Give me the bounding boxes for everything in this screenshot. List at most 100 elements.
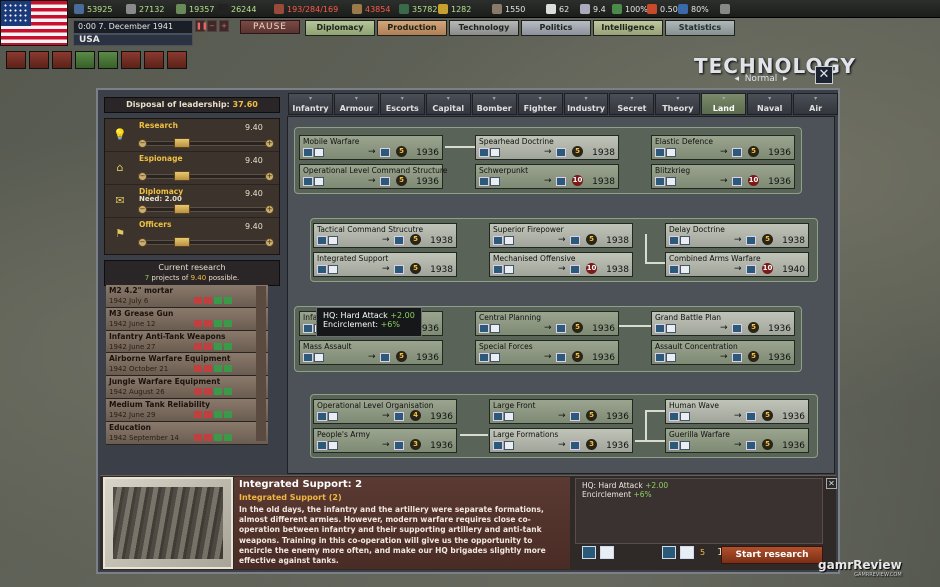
- tab-air[interactable]: ▾ Air: [793, 93, 839, 115]
- tab-theory[interactable]: ▾ Theory: [655, 93, 701, 115]
- move-down-icon[interactable]: [194, 342, 202, 350]
- resource-leadership[interactable]: 9.4: [580, 2, 606, 16]
- tech-node-assault-concentration[interactable]: Assault Concentration → 5 1936: [651, 340, 795, 365]
- remove-icon[interactable]: [204, 297, 212, 304]
- increase-button[interactable]: +: [265, 139, 274, 148]
- tech-node-tactical-command-strucutre[interactable]: Tactical Command Strucutre → 5 1938: [313, 223, 457, 248]
- move-up-icon[interactable]: [214, 365, 222, 373]
- tech-node-guerilla-warfare[interactable]: Guerilla Warfare → 5 1936: [665, 428, 809, 453]
- tech-node-people-s-army[interactable]: People's Army → 3 1936: [313, 428, 457, 453]
- tech-node-elastic-defence[interactable]: Elastic Defence → 5 1936: [651, 135, 795, 160]
- tab-naval[interactable]: ▾ Naval: [747, 93, 793, 115]
- tab-infantry[interactable]: ▾ Infantry: [288, 93, 333, 115]
- resource-supplies[interactable]: 43854: [352, 2, 390, 16]
- research-item[interactable]: Jungle Warfare Equipment 1942 August 26: [106, 376, 268, 399]
- mapmode-supply-icon[interactable]: [29, 51, 49, 69]
- move-up-icon[interactable]: [214, 297, 222, 304]
- tech-node-delay-doctrine[interactable]: Delay Doctrine → 5 1938: [665, 223, 809, 248]
- decrease-button[interactable]: −: [138, 238, 147, 247]
- tech-node-superior-firepower[interactable]: Superior Firepower → 5 1938: [489, 223, 633, 248]
- move-top-icon[interactable]: [224, 388, 232, 396]
- research-item[interactable]: Medium Tank Reliability 1942 June 29: [106, 398, 268, 422]
- speed-pause-icon[interactable]: ❚❚: [195, 20, 208, 32]
- tech-node-spearhead-doctrine[interactable]: Spearhead Doctrine → 5 1938: [475, 135, 619, 160]
- menu-technology[interactable]: Technology: [449, 20, 519, 36]
- move-down-icon[interactable]: [194, 365, 202, 373]
- tech-node-human-wave[interactable]: Human Wave → 5 1936: [665, 399, 809, 424]
- slider-knob[interactable]: [174, 138, 190, 148]
- research-queue-scrollbar[interactable]: [256, 286, 266, 441]
- move-top-icon[interactable]: [224, 342, 232, 350]
- resource-rare[interactable]: 19357: [176, 2, 214, 16]
- resource-fuel[interactable]: 35782: [399, 2, 437, 16]
- decrease-button[interactable]: −: [138, 172, 147, 181]
- ledger-button[interactable]: [720, 2, 733, 16]
- move-top-icon[interactable]: [224, 319, 232, 327]
- tab-secret[interactable]: ▾ Secret: [609, 93, 655, 115]
- tech-node-special-forces[interactable]: Special Forces → 5 1936: [475, 340, 619, 365]
- tab-industry[interactable]: ▾ Industry: [563, 93, 609, 115]
- slider-track[interactable]: [138, 240, 268, 245]
- move-down-icon[interactable]: [194, 433, 202, 441]
- menu-production[interactable]: Production: [377, 20, 447, 36]
- effects-close-button[interactable]: ✕: [826, 478, 837, 489]
- move-up-icon[interactable]: [214, 388, 222, 396]
- move-up-icon[interactable]: [214, 433, 222, 441]
- research-item[interactable]: Infantry Anti-Tank Weapons 1942 June 27: [106, 330, 268, 354]
- resource-war-support[interactable]: 80%: [678, 2, 709, 16]
- slider-knob[interactable]: [174, 237, 190, 247]
- move-top-icon[interactable]: [224, 433, 232, 441]
- resource-manpower[interactable]: 193/284/169: [274, 2, 338, 16]
- resource-oil[interactable]: 26244: [218, 2, 256, 16]
- move-up-icon[interactable]: [214, 319, 222, 327]
- decrease-button[interactable]: −: [138, 139, 147, 148]
- tab-bomber[interactable]: ▾ Bomber: [471, 93, 517, 115]
- move-down-icon[interactable]: [194, 410, 202, 418]
- tab-armour[interactable]: ▾ Armour: [333, 93, 379, 115]
- difficulty-selector[interactable]: ◂ Normal ▸: [721, 74, 801, 84]
- tab-land[interactable]: ▾ Land: [701, 93, 747, 115]
- remove-icon[interactable]: [204, 319, 212, 327]
- tech-node-operational-level-command-structure[interactable]: Operational Level Command Structure → 5 193…: [299, 164, 447, 189]
- decrease-button[interactable]: −: [138, 205, 147, 214]
- speed-plus-icon[interactable]: +: [219, 20, 229, 32]
- mapmode-terrain-icon[interactable]: [75, 51, 95, 69]
- tab-escorts[interactable]: ▾ Escorts: [379, 93, 425, 115]
- increase-button[interactable]: +: [265, 172, 274, 181]
- increase-button[interactable]: +: [265, 238, 274, 247]
- tab-fighter[interactable]: ▾ Fighter: [517, 93, 563, 115]
- resource-energy[interactable]: 53925: [74, 2, 112, 16]
- tech-node-blitzkrieg[interactable]: Blitzkrieg → 10 1936: [651, 164, 795, 189]
- pause-button[interactable]: PAUSE: [240, 20, 300, 34]
- close-button[interactable]: ✕: [815, 66, 833, 84]
- remove-icon[interactable]: [204, 433, 212, 441]
- research-item[interactable]: M3 Grease Gun 1942 June 12: [106, 307, 268, 331]
- country-flag[interactable]: [0, 0, 68, 46]
- tech-node-mobile-warfare[interactable]: Mobile Warfare → 5 1936: [299, 135, 443, 160]
- menu-diplomacy[interactable]: Diplomacy: [305, 20, 375, 36]
- resource-money[interactable]: 1282: [438, 2, 471, 16]
- tech-node-grand-battle-plan[interactable]: Grand Battle Plan → 5 1936: [651, 311, 795, 336]
- tech-node-combined-arms-warfare[interactable]: Combined Arms Warfare → 10 1940: [665, 252, 809, 277]
- slider-knob[interactable]: [174, 204, 190, 214]
- resource-diplomacy[interactable]: 62: [546, 2, 569, 16]
- mapmode-weather-icon[interactable]: [52, 51, 72, 69]
- move-down-icon[interactable]: [194, 297, 202, 304]
- menu-politics[interactable]: Politics: [521, 20, 591, 36]
- slider-track[interactable]: [138, 141, 268, 146]
- slider-track[interactable]: [138, 174, 268, 179]
- move-up-icon[interactable]: [214, 342, 222, 350]
- speed-minus-icon[interactable]: −: [207, 20, 217, 32]
- tech-node-mechanised-offensive[interactable]: Mechanised Offensive → 10 1938: [489, 252, 633, 277]
- start-research-button[interactable]: Start research: [721, 546, 823, 564]
- research-item[interactable]: M2 4.2" mortar 1942 July 6: [106, 285, 268, 308]
- mapmode-resource-icon[interactable]: [98, 51, 118, 69]
- remove-icon[interactable]: [204, 342, 212, 350]
- mapmode-diplomacy-icon[interactable]: [167, 51, 187, 69]
- tech-node-integrated-support[interactable]: Integrated Support → 5 1938: [313, 252, 457, 277]
- tech-node-large-front[interactable]: Large Front → 5 1936: [489, 399, 633, 424]
- remove-icon[interactable]: [204, 365, 212, 373]
- mapmode-transport-icon[interactable]: [144, 51, 164, 69]
- mapmode-radar-icon[interactable]: [6, 51, 26, 69]
- research-item[interactable]: Education 1942 September 14: [106, 421, 268, 445]
